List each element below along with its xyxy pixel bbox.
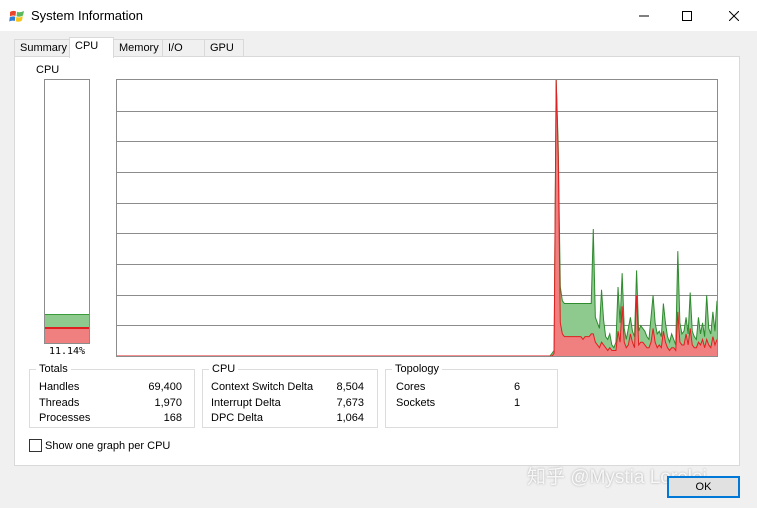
totals-title: Totals <box>36 363 71 375</box>
maximize-button[interactable] <box>664 0 710 32</box>
dpc-delta-label: DPC Delta <box>211 412 263 424</box>
sockets-label: Sockets <box>396 397 436 409</box>
topology-title: Topology <box>392 363 443 375</box>
maximize-icon <box>682 11 692 21</box>
cpu-history-graph <box>116 79 718 357</box>
cores-value: 6 <box>514 381 521 393</box>
cpu-usage-meter <box>44 79 90 344</box>
close-icon <box>729 11 739 21</box>
cpu-stats-title: CPU <box>209 363 239 375</box>
kernel-cpu-series-area <box>117 80 717 356</box>
cpu-kernel-fill <box>45 327 89 343</box>
context-switch-delta-value: 8,504 <box>336 381 364 393</box>
tab-summary[interactable]: Summary <box>14 39 70 57</box>
close-button[interactable] <box>711 0 757 32</box>
interrupt-delta-label: Interrupt Delta <box>211 397 281 409</box>
handles-value: 69,400 <box>148 381 182 393</box>
threads-value: 1,970 <box>154 397 182 409</box>
minimize-icon <box>639 15 649 17</box>
windows-flag-icon <box>9 8 25 24</box>
sockets-value: 1 <box>514 397 521 409</box>
one-graph-per-cpu-label[interactable]: Show one graph per CPU <box>45 440 170 452</box>
tab-cpu[interactable]: CPU <box>69 37 114 58</box>
kernel-cpu-series-line <box>117 80 717 356</box>
cpu-meter-label: CPU <box>36 64 60 76</box>
context-switch-delta-label: Context Switch Delta <box>211 381 314 393</box>
topology-group: Topology Cores 6 Sockets 1 <box>385 363 558 428</box>
window-title: System Information <box>31 8 143 23</box>
tab-io[interactable]: I/O <box>162 39 205 57</box>
interrupt-delta-value: 7,673 <box>336 397 364 409</box>
handles-label: Handles <box>39 381 80 393</box>
one-graph-per-cpu-checkbox[interactable] <box>29 439 42 452</box>
processes-value: 168 <box>163 412 182 424</box>
title-bar: System Information <box>0 0 757 32</box>
totals-group: Totals Handles 69,400 Threads 1,970 Proc… <box>29 363 195 428</box>
cpu-history-svg <box>117 80 717 356</box>
total-cpu-series-area <box>117 80 717 356</box>
threads-label: Threads <box>39 397 80 409</box>
tab-memory[interactable]: Memory <box>113 39 163 57</box>
dpc-delta-value: 1,064 <box>336 412 364 424</box>
minimize-button[interactable] <box>621 0 667 32</box>
tab-gpu[interactable]: GPU <box>204 39 244 57</box>
cpu-stats-group: CPU Context Switch Delta 8,504 Interrupt… <box>202 363 378 428</box>
total-cpu-series-line <box>117 80 717 356</box>
processes-label: Processes <box>39 412 91 424</box>
cores-label: Cores <box>396 381 426 393</box>
ok-button[interactable]: OK <box>667 476 740 498</box>
cpu-usage-percent: 11.14% <box>48 346 86 357</box>
